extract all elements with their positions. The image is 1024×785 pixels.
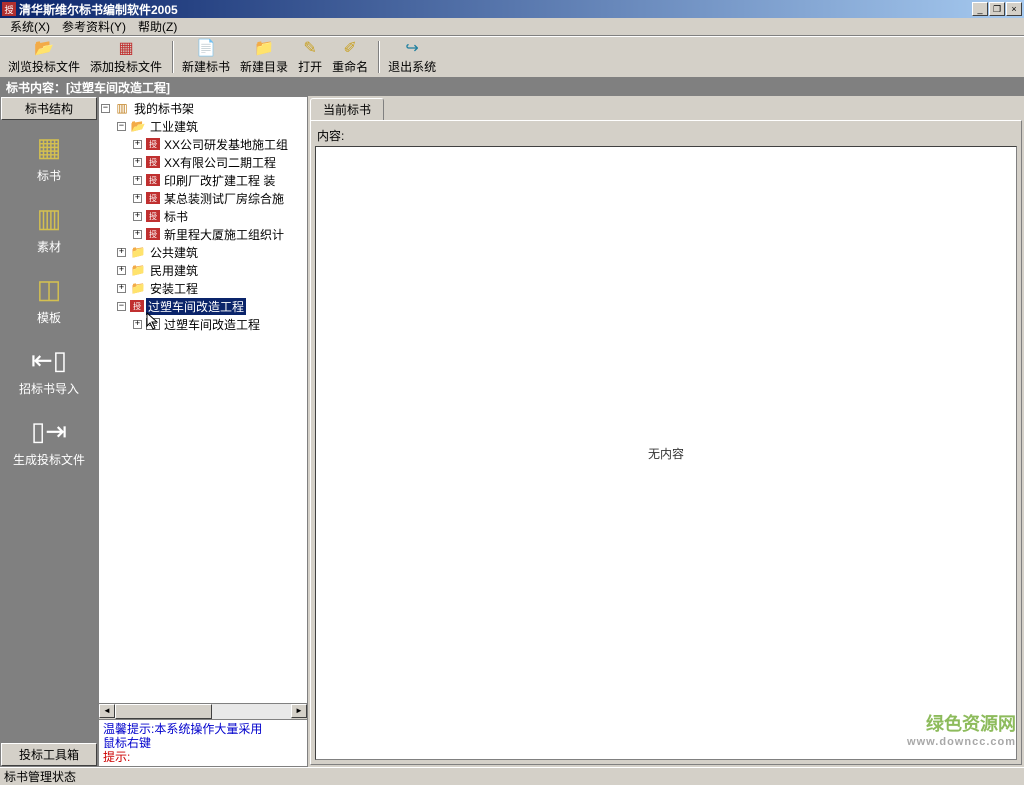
tab-structure[interactable]: 标书结构 — [1, 97, 97, 120]
sidebar-item-generate[interactable]: ▯⇥ 生成投标文件 — [13, 415, 85, 468]
tree-item[interactable]: +授标书 — [101, 207, 305, 225]
import-icon: ⇤▯ — [33, 344, 65, 376]
doc-icon: 授 — [146, 228, 160, 240]
titlebar: 授 清华斯维尔标书编制软件2005 _ ❐ × — [0, 0, 1024, 18]
scroll-right-icon[interactable]: ► — [291, 704, 307, 718]
expand-icon[interactable]: + — [117, 284, 126, 293]
open-button[interactable]: ✎ 打开 — [294, 38, 326, 76]
doc-icon: 授 — [146, 138, 160, 150]
sidebar-item-import[interactable]: ⇤▯ 招标书导入 — [19, 344, 79, 397]
tree-root[interactable]: − ▥ 我的标书架 — [101, 99, 305, 117]
menu-reference[interactable]: 参考资料(Y) — [56, 17, 132, 36]
app-title: 清华斯维尔标书编制软件2005 — [19, 1, 972, 18]
folder-open-icon: 📂 — [130, 119, 146, 133]
exit-icon: ↪ — [402, 39, 422, 57]
menu-system[interactable]: 系统(X) — [4, 17, 56, 36]
newbook-button[interactable]: 📄 新建标书 — [178, 38, 234, 76]
browse-button[interactable]: 📂 浏览投标文件 — [4, 38, 84, 76]
content-label: 内容: — [315, 125, 1017, 146]
tree-item[interactable]: +授新里程大厦施工组织计 — [101, 225, 305, 243]
content-header: 标书内容：[过塑车间改造工程] — [0, 78, 1024, 96]
expand-icon[interactable]: + — [117, 266, 126, 275]
material-icon: ▥ — [33, 202, 65, 234]
tree-selected-child[interactable]: +过塑车间改造工程 — [101, 315, 305, 333]
close-button[interactable]: × — [1006, 2, 1022, 16]
empty-text: 无内容 — [648, 445, 684, 462]
bookshelf-icon: ▥ — [114, 101, 130, 115]
folder-icon: 📁 — [130, 245, 146, 259]
tree-item[interactable]: +授XX公司研发基地施工组 — [101, 135, 305, 153]
scroll-left-icon[interactable]: ◄ — [99, 704, 115, 718]
sidebar-item-book[interactable]: ▦ 标书 — [33, 131, 65, 184]
doc-add-icon: ▦ — [116, 39, 136, 57]
expand-icon[interactable]: + — [133, 320, 142, 329]
tab-strip: 当前标书 — [310, 98, 1022, 120]
minimize-button[interactable]: _ — [972, 2, 988, 16]
menubar: 系统(X) 参考资料(Y) 帮助(Z) — [0, 18, 1024, 36]
generate-icon: ▯⇥ — [33, 415, 65, 447]
collapse-icon[interactable]: − — [117, 122, 126, 131]
template-icon: ◫ — [33, 273, 65, 305]
doc-icon: 授 — [146, 210, 160, 222]
doc-icon: 授 — [130, 300, 144, 312]
workspace: 标书结构 ▦ 标书 ▥ 素材 ◫ 模板 ⇤▯ 招标书导入 ▯⇥ 生成投标文件 — [0, 96, 1024, 767]
tree-item[interactable]: +授某总装测试厂房综合施 — [101, 189, 305, 207]
content-area: 无内容 — [315, 146, 1017, 760]
doc-icon: 授 — [146, 156, 160, 168]
doc-icon: 授 — [146, 174, 160, 186]
app-icon: 授 — [2, 2, 16, 16]
tree-item[interactable]: +授印刷厂改扩建工程 装 — [101, 171, 305, 189]
add-button[interactable]: ▦ 添加投标文件 — [86, 38, 166, 76]
tree-hint: 温馨提示:本系统操作大量采用 鼠标右键 提示: — [99, 719, 307, 766]
menu-help[interactable]: 帮助(Z) — [132, 17, 183, 36]
sidebar: 标书结构 ▦ 标书 ▥ 素材 ◫ 模板 ⇤▯ 招标书导入 ▯⇥ 生成投标文件 — [0, 96, 98, 767]
separator — [378, 41, 380, 73]
folder-icon: 📁 — [130, 281, 146, 295]
rename-button[interactable]: ✐ 重命名 — [328, 38, 372, 76]
tree-industrial[interactable]: − 📂 工业建筑 — [101, 117, 305, 135]
page-icon — [146, 318, 160, 330]
tree-view[interactable]: − ▥ 我的标书架 − 📂 工业建筑 +授XX公司研发基地施工组+授XX有限公司… — [99, 97, 307, 703]
expand-icon[interactable]: + — [133, 194, 142, 203]
toolbar: 📂 浏览投标文件 ▦ 添加投标文件 📄 新建标书 📁 新建目录 ✎ 打开 ✐ 重… — [0, 36, 1024, 78]
expand-icon[interactable]: + — [133, 140, 142, 149]
main-panel: 当前标书 内容: 无内容 — [308, 96, 1024, 767]
doc-icon: 授 — [146, 192, 160, 204]
new-folder-icon: 📁 — [254, 39, 274, 57]
tree-public[interactable]: +📁公共建筑 — [101, 243, 305, 261]
collapse-icon[interactable]: − — [101, 104, 110, 113]
pencil-icon: ✎ — [300, 39, 320, 57]
tree-selected[interactable]: − 授 过塑车间改造工程 — [101, 297, 305, 315]
expand-icon[interactable]: + — [133, 212, 142, 221]
expand-icon[interactable]: + — [133, 230, 142, 239]
tree-install[interactable]: +📁安装工程 — [101, 279, 305, 297]
new-doc-icon: 📄 — [196, 39, 216, 57]
tree-panel: − ▥ 我的标书架 − 📂 工业建筑 +授XX公司研发基地施工组+授XX有限公司… — [98, 96, 308, 767]
folder-icon: 📁 — [130, 263, 146, 277]
horizontal-scrollbar[interactable]: ◄ ► — [99, 703, 307, 719]
status-text: 标书管理状态 — [4, 768, 76, 785]
edit-icon: ✐ — [340, 39, 360, 57]
expand-icon[interactable]: + — [133, 158, 142, 167]
book-icon: ▦ — [33, 131, 65, 163]
folder-open-icon: 📂 — [34, 39, 54, 57]
separator — [172, 41, 174, 73]
newdir-button[interactable]: 📁 新建目录 — [236, 38, 292, 76]
tab-current[interactable]: 当前标书 — [310, 98, 384, 120]
sidebar-item-material[interactable]: ▥ 素材 — [33, 202, 65, 255]
expand-icon[interactable]: + — [133, 176, 142, 185]
tree-item[interactable]: +授XX有限公司二期工程 — [101, 153, 305, 171]
tree-residential[interactable]: +📁民用建筑 — [101, 261, 305, 279]
tab-toolbox[interactable]: 投标工具箱 — [1, 743, 97, 766]
sidebar-item-template[interactable]: ◫ 模板 — [33, 273, 65, 326]
maximize-button[interactable]: ❐ — [989, 2, 1005, 16]
collapse-icon[interactable]: − — [117, 302, 126, 311]
expand-icon[interactable]: + — [117, 248, 126, 257]
statusbar: 标书管理状态 — [0, 767, 1024, 785]
exit-button[interactable]: ↪ 退出系统 — [384, 38, 440, 76]
scroll-thumb[interactable] — [115, 704, 212, 719]
